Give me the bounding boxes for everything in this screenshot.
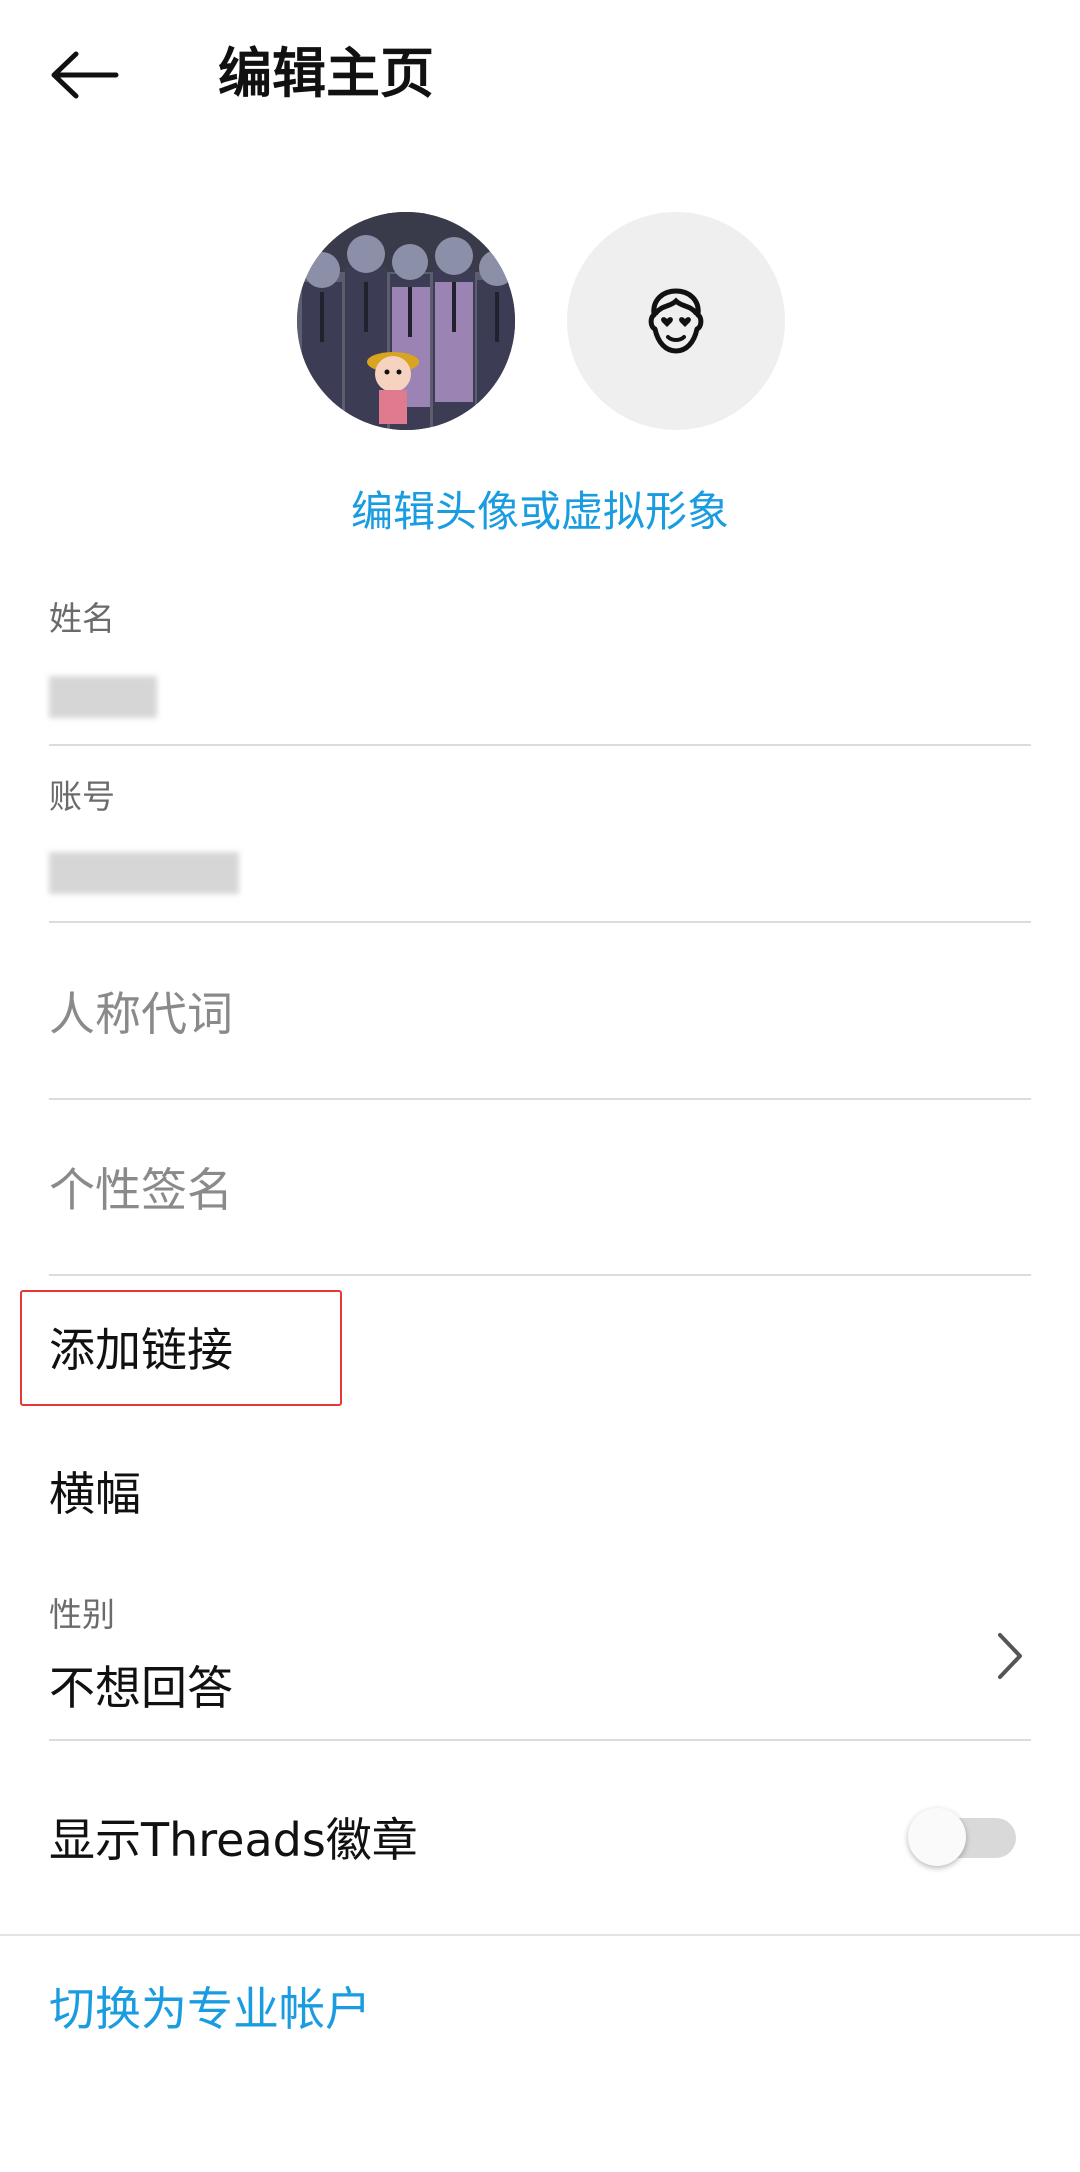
page-title: 编辑主页 (218, 42, 434, 105)
divider (49, 1274, 1031, 1276)
threads-badge-label: 显示Threads徽章 (49, 1813, 418, 1867)
name-label: 姓名 (49, 599, 115, 638)
gender-value[interactable]: 不想回答 (49, 1656, 233, 1720)
profile-photo[interactable] (297, 212, 515, 430)
back-button[interactable] (40, 30, 130, 120)
divider (49, 744, 1031, 746)
arrow-left-icon (51, 51, 119, 99)
chevron-right-icon[interactable] (990, 1628, 1030, 1684)
divider (49, 1739, 1031, 1741)
avatar-face-icon (648, 288, 704, 354)
account-label: 账号 (49, 777, 115, 816)
section-divider (0, 1934, 1080, 1936)
threads-badge-toggle[interactable] (904, 1800, 1020, 1866)
divider (49, 921, 1031, 923)
account-value-redacted[interactable] (49, 852, 239, 894)
edit-avatar-link[interactable]: 编辑头像或虚拟形象 (0, 482, 1080, 542)
profile-photo-image (297, 212, 515, 430)
add-link-button[interactable]: 添加链接 (49, 1318, 233, 1382)
toggle-knob (908, 1808, 966, 1866)
divider (49, 1098, 1031, 1100)
banner-button[interactable]: 横幅 (49, 1462, 141, 1526)
pronouns-field[interactable]: 人称代词 (49, 982, 233, 1046)
switch-pro-account-link[interactable]: 切换为专业帐户 (49, 1977, 371, 2041)
bio-field[interactable]: 个性签名 (49, 1158, 233, 1222)
gender-label: 性别 (49, 1595, 115, 1634)
name-value-redacted[interactable] (49, 676, 157, 718)
virtual-avatar-button[interactable] (567, 212, 785, 430)
